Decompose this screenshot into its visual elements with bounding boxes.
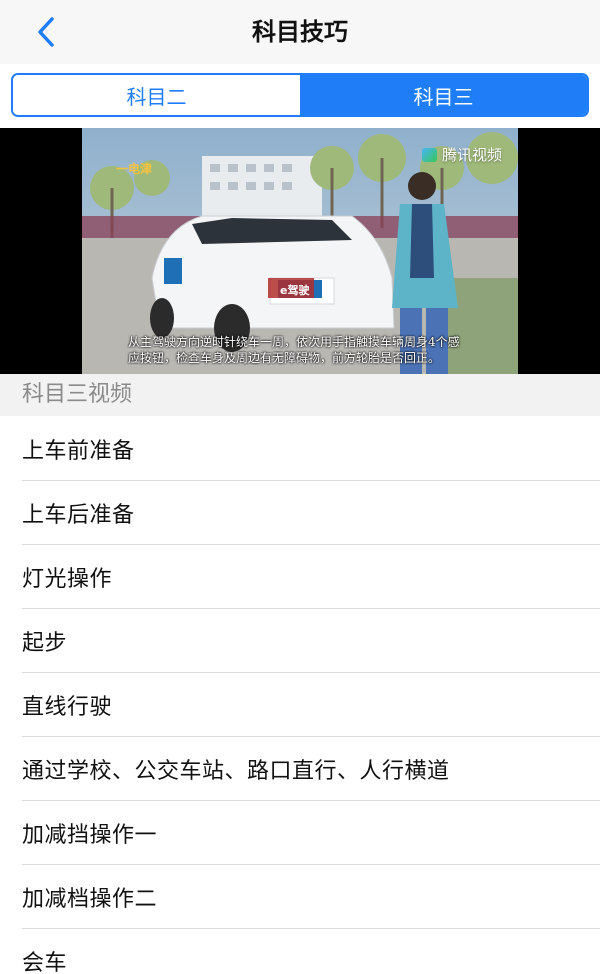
list-item[interactable]: 加减档操作二 xyxy=(0,865,600,929)
list-item[interactable]: 上车前准备 xyxy=(0,417,600,481)
list-item[interactable]: 加减挡操作一 xyxy=(0,801,600,865)
subtitle-line-2: 应按钮，检查车身及周边有无障碍物，前方轮胎是否回正。 xyxy=(128,351,441,365)
section-header: 科目三视频 xyxy=(0,374,600,416)
list-item[interactable]: 会车 xyxy=(0,929,600,974)
tencent-video-watermark: 腾讯视频 xyxy=(421,144,502,165)
video-list: 上车前准备 上车后准备 灯光操作 起步 直线行驶 通过学校、公交车站、路口直行、… xyxy=(0,417,600,974)
play-logo-icon xyxy=(421,147,437,162)
video-subtitle: 从主驾驶方向逆时针绕车一周，依次用手指触摸车辆周身4个感 应按钮，检查车身及周边… xyxy=(128,334,472,366)
subject-segmented-control: 科目二 科目三 xyxy=(11,73,589,117)
list-item[interactable]: 上车后准备 xyxy=(0,481,600,545)
list-item-label: 上车后准备 xyxy=(22,503,135,528)
tab-subject-two[interactable]: 科目二 xyxy=(13,75,300,115)
list-item[interactable]: 灯光操作 xyxy=(0,545,600,609)
list-item[interactable]: 通过学校、公交车站、路口直行、人行横道 xyxy=(0,737,600,801)
list-item-label: 通过学校、公交车站、路口直行、人行横道 xyxy=(22,759,450,784)
tab-subject-three[interactable]: 科目三 xyxy=(300,75,587,115)
video-player[interactable]: 一电津 腾讯视频 e驾驶 从主驾驶方向逆时针绕车一周，依次用手指触摸车辆周身4个… xyxy=(0,128,600,374)
list-item-label: 上车前准备 xyxy=(22,439,135,464)
car-door-badge: e驾驶 xyxy=(280,284,310,297)
list-item-label: 会车 xyxy=(22,951,68,974)
channel-logo: 一电津 xyxy=(116,162,153,176)
watermark-text: 腾讯视频 xyxy=(441,146,502,164)
subtitle-line-1: 从主驾驶方向逆时针绕车一周，依次用手指触摸车辆周身4个感 xyxy=(128,335,460,349)
list-item[interactable]: 起步 xyxy=(0,609,600,673)
list-item-label: 加减挡操作一 xyxy=(22,823,158,848)
list-item-label: 灯光操作 xyxy=(22,567,113,592)
list-item-label: 加减档操作二 xyxy=(22,887,158,912)
nav-bar: 科目技巧 xyxy=(0,0,600,64)
list-item-label: 起步 xyxy=(22,631,68,656)
list-item[interactable]: 直线行驶 xyxy=(0,673,600,737)
video-frame: 一电津 腾讯视频 e驾驶 从主驾驶方向逆时针绕车一周，依次用手指触摸车辆周身4个… xyxy=(82,128,518,374)
list-item-label: 直线行驶 xyxy=(22,695,113,720)
page-title: 科目技巧 xyxy=(252,18,348,46)
